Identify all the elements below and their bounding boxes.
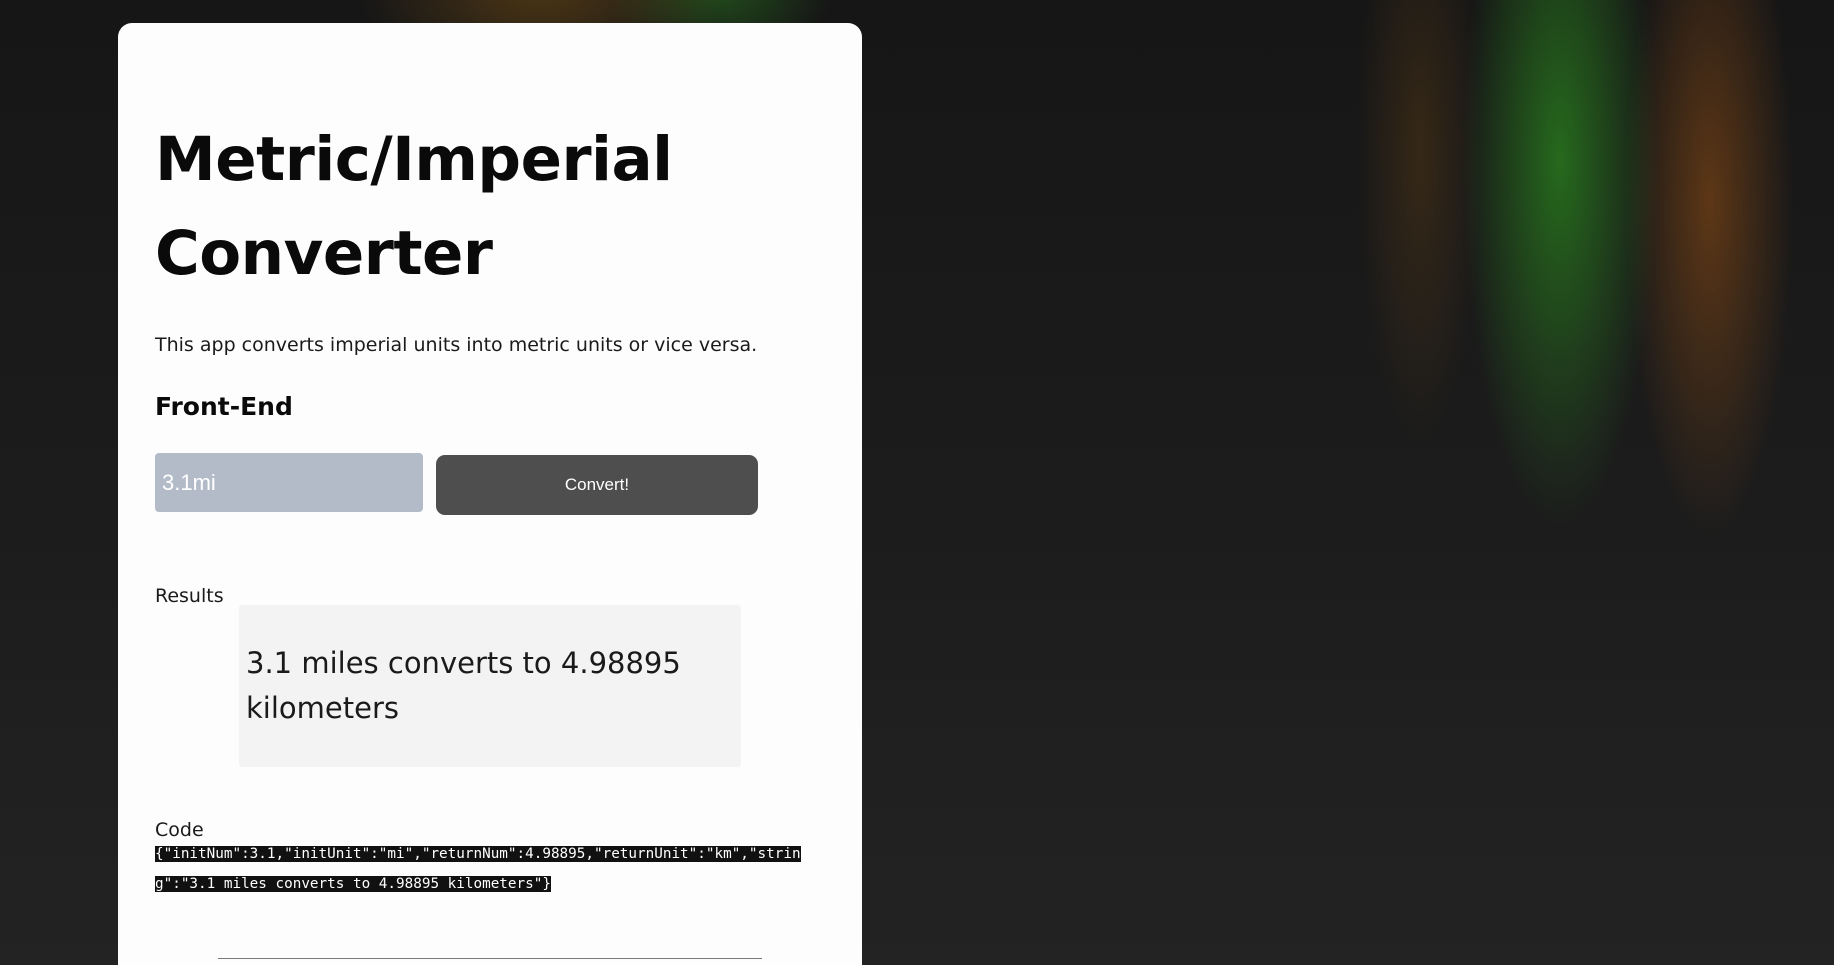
convert-button[interactable]: Convert! <box>436 455 758 515</box>
frontend-heading: Front-End <box>155 392 293 421</box>
page-description: This app converts imperial units into me… <box>155 334 758 356</box>
code-output: {"initNum":3.1,"initUnit":"mi","returnNu… <box>155 839 820 899</box>
converter-card: Metric/Imperial Converter This app conve… <box>118 23 862 965</box>
conversion-input[interactable] <box>155 453 423 512</box>
code-json: {"initNum":3.1,"initUnit":"mi","returnNu… <box>155 846 801 892</box>
page-title: Metric/Imperial Converter <box>155 124 673 289</box>
result-box: 3.1 miles converts to 4.98895 kilometers <box>239 605 741 767</box>
divider <box>218 958 762 959</box>
code-label: Code <box>155 819 204 841</box>
results-label: Results <box>155 585 224 607</box>
result-text: 3.1 miles converts to 4.98895 kilometers <box>246 646 681 725</box>
